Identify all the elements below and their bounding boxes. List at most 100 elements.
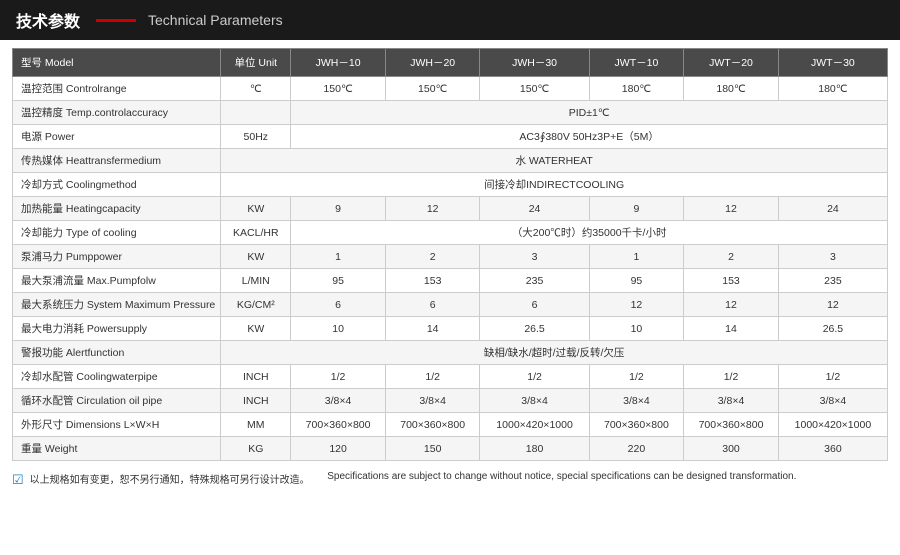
table-row: 电源 Power50HzAC3∮380V 50Hz3P+E（5M）: [13, 125, 888, 149]
table-row: 冷却能力 Type of coolingKACL/HR（大200℃时）约3500…: [13, 221, 888, 245]
cell-param: 最大泵浦流量 Max.Pumpfolw: [13, 269, 221, 293]
cell-jwh10: 6: [291, 293, 386, 317]
cell-jwt30: 235: [778, 269, 887, 293]
cell-param: 冷却方式 Coolingmethod: [13, 173, 221, 197]
cell-jwh10: 700×360×800: [291, 413, 386, 437]
cell-unit: ℃: [221, 77, 291, 101]
col-header-jwt10: JWT－10: [589, 49, 684, 77]
cell-param: 警报功能 Alertfunction: [13, 341, 221, 365]
cell-jwt30: 3: [778, 245, 887, 269]
cell-jwh30: 150℃: [480, 77, 589, 101]
cell-jwh30: 6: [480, 293, 589, 317]
cell-jwh10: 150℃: [291, 77, 386, 101]
cell-jwh10: 1: [291, 245, 386, 269]
cell-jwt10: 220: [589, 437, 684, 461]
cell-jwt20: 12: [684, 293, 779, 317]
cell-unit: KG: [221, 437, 291, 461]
footer-text-cn: 以上规格如有变更，恕不另行通知，特殊规格可另行设计改造。: [30, 471, 310, 486]
cell-jwh20: 150℃: [385, 77, 480, 101]
cell-param: 传热媒体 Heattransfermedium: [13, 149, 221, 173]
cell-jwh10: 10: [291, 317, 386, 341]
cell-jwt20: 2: [684, 245, 779, 269]
cell-jwh30: 3/8×4: [480, 389, 589, 413]
cell-colspan: PID±1℃: [291, 101, 888, 125]
table-row: 泵浦马力 PumppowerKW123123: [13, 245, 888, 269]
cell-jwt20: 300: [684, 437, 779, 461]
cell-jwh20: 6: [385, 293, 480, 317]
cell-param: 泵浦马力 Pumppower: [13, 245, 221, 269]
cell-jwt20: 1/2: [684, 365, 779, 389]
cell-unit: INCH: [221, 389, 291, 413]
cell-jwt20: 180℃: [684, 77, 779, 101]
col-header-jwt30: JWT－30: [778, 49, 887, 77]
cell-unit: [221, 101, 291, 125]
cell-jwt30: 180℃: [778, 77, 887, 101]
footer: ☑ 以上规格如有变更，恕不另行通知，特殊规格可另行设计改造。 Specifica…: [0, 465, 900, 494]
cell-jwt10: 1/2: [589, 365, 684, 389]
table-header-row: 型号 Model 单位 Unit JWH－10 JWH－20 JWH－30 JW…: [13, 49, 888, 77]
cell-jwh10: 95: [291, 269, 386, 293]
cell-param: 循环水配管 Circulation oil pipe: [13, 389, 221, 413]
cell-colspan: 缺相/缺水/超时/过载/反转/欠压: [221, 341, 888, 365]
table-row: 重量 WeightKG120150180220300360: [13, 437, 888, 461]
cell-jwt10: 3/8×4: [589, 389, 684, 413]
cell-jwt20: 153: [684, 269, 779, 293]
cell-param: 最大电力消耗 Powersupply: [13, 317, 221, 341]
header-title-en: Technical Parameters: [148, 12, 283, 28]
cell-jwt30: 3/8×4: [778, 389, 887, 413]
cell-jwh10: 9: [291, 197, 386, 221]
cell-unit: KACL/HR: [221, 221, 291, 245]
cell-colspan: AC3∮380V 50Hz3P+E（5M）: [291, 125, 888, 149]
cell-jwh20: 14: [385, 317, 480, 341]
table-row: 最大电力消耗 PowersupplyKW101426.5101426.5: [13, 317, 888, 341]
cell-unit: KW: [221, 197, 291, 221]
table-row: 外形尺寸 Dimensions L×W×HMM700×360×800700×36…: [13, 413, 888, 437]
cell-jwh20: 3/8×4: [385, 389, 480, 413]
col-header-jwt20: JWT－20: [684, 49, 779, 77]
cell-jwh30: 235: [480, 269, 589, 293]
cell-param: 冷却水配管 Coolingwaterpipe: [13, 365, 221, 389]
cell-jwt10: 1: [589, 245, 684, 269]
cell-jwt30: 360: [778, 437, 887, 461]
cell-param: 最大系统压力 System Maximum Pressure: [13, 293, 221, 317]
cell-unit: KW: [221, 245, 291, 269]
cell-jwt30: 12: [778, 293, 887, 317]
col-header-jwh10: JWH－10: [291, 49, 386, 77]
cell-unit: KW: [221, 317, 291, 341]
header-title-cn: 技术参数: [16, 8, 80, 32]
cell-colspan: 水 WATERHEAT: [221, 149, 888, 173]
table-row: 循环水配管 Circulation oil pipeINCH3/8×43/8×4…: [13, 389, 888, 413]
col-header-model: 型号 Model: [13, 49, 221, 77]
cell-jwt10: 9: [589, 197, 684, 221]
cell-param: 加热能量 Heatingcapacity: [13, 197, 221, 221]
cell-jwh30: 24: [480, 197, 589, 221]
cell-jwt10: 180℃: [589, 77, 684, 101]
cell-colspan: （大200℃时）约35000千卡/小时: [291, 221, 888, 245]
header-decoration: [96, 19, 136, 22]
table-row: 温控精度 Temp.controlaccuracyPID±1℃: [13, 101, 888, 125]
col-header-jwh30: JWH－30: [480, 49, 589, 77]
cell-jwh20: 12: [385, 197, 480, 221]
cell-jwt20: 3/8×4: [684, 389, 779, 413]
footer-icon: ☑: [12, 472, 24, 488]
cell-jwh10: 120: [291, 437, 386, 461]
cell-jwt10: 95: [589, 269, 684, 293]
cell-param: 温控范围 Controlrange: [13, 77, 221, 101]
table-row: 温控范围 Controlrange℃150℃150℃150℃180℃180℃18…: [13, 77, 888, 101]
cell-unit: MM: [221, 413, 291, 437]
cell-jwt20: 700×360×800: [684, 413, 779, 437]
table-row: 警报功能 Alertfunction缺相/缺水/超时/过载/反转/欠压: [13, 341, 888, 365]
cell-unit: 50Hz: [221, 125, 291, 149]
cell-param: 电源 Power: [13, 125, 221, 149]
col-header-jwh20: JWH－20: [385, 49, 480, 77]
table-row: 冷却方式 Coolingmethod间接冷却INDIRECTCOOLING: [13, 173, 888, 197]
table-body: 温控范围 Controlrange℃150℃150℃150℃180℃180℃18…: [13, 77, 888, 461]
table-wrapper: 型号 Model 单位 Unit JWH－10 JWH－20 JWH－30 JW…: [0, 40, 900, 465]
cell-jwh30: 1/2: [480, 365, 589, 389]
cell-jwt20: 14: [684, 317, 779, 341]
cell-jwt30: 1000×420×1000: [778, 413, 887, 437]
cell-jwh20: 153: [385, 269, 480, 293]
cell-jwt20: 12: [684, 197, 779, 221]
cell-param: 重量 Weight: [13, 437, 221, 461]
cell-jwh30: 1000×420×1000: [480, 413, 589, 437]
